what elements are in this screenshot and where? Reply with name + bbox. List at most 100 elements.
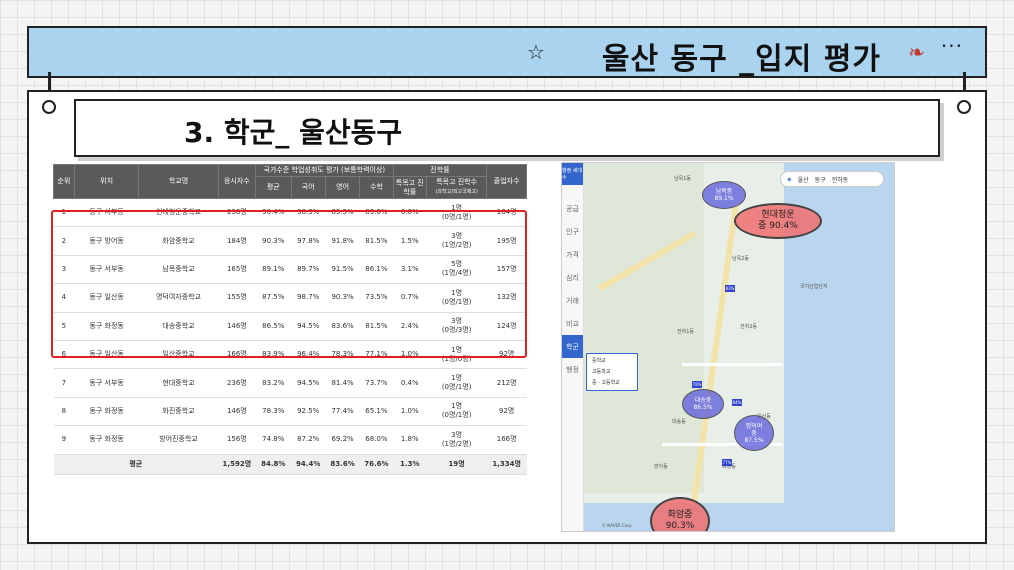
cell-grads: 92명 xyxy=(486,397,527,427)
avg-math: 76.6% xyxy=(359,454,394,475)
legend-item[interactable]: 중학교 xyxy=(589,356,635,367)
cell-avg: 83.2% xyxy=(255,368,292,398)
blob-nammok[interactable]: 남목중 89.1% xyxy=(702,181,746,209)
cell-students: 146명 xyxy=(218,397,256,427)
cell-count: 1명 (0명/1명) xyxy=(426,368,487,398)
cell-math: 73.7% xyxy=(359,368,394,398)
region-1: 울산 xyxy=(797,176,809,184)
side-tab-8[interactable]: 행정 xyxy=(562,358,583,381)
map-region-search[interactable]: ◈ 울산 동구 전하동 xyxy=(780,171,884,187)
avg-rate: 1.3% xyxy=(393,454,427,475)
cell-avg: 74.8% xyxy=(255,425,292,455)
side-tab-6[interactable]: 비교 xyxy=(562,312,583,335)
cell-count-main: 1명 xyxy=(451,402,463,411)
avg-grads: 1,334명 xyxy=(486,454,527,475)
avg-count: 19명 xyxy=(426,454,487,475)
cell-count-sub: (0명/1명) xyxy=(441,383,472,392)
cell-rank: 9 xyxy=(53,425,75,455)
side-tab-3[interactable]: 가격 xyxy=(562,243,583,266)
avg-label: 평균 xyxy=(53,454,219,475)
legend-item[interactable]: 고등학교 xyxy=(589,367,635,378)
cell-school: 화진중학교 xyxy=(138,397,219,427)
side-tab-4[interactable]: 심리 xyxy=(562,266,583,289)
blob-myeongdeok[interactable]: 명덕여 중 87.5% xyxy=(734,415,774,451)
map-area-label: 대송동 xyxy=(672,419,686,425)
map-copyright: © NAVER Corp. xyxy=(602,523,633,528)
map-street xyxy=(682,363,782,366)
school-type-legend: 중학교 고등학교 중 · 고등학교 xyxy=(586,353,638,391)
average-row: 평균 1,592명 84.8% 94.4% 83.6% 76.6% 1.3% 1… xyxy=(53,454,527,475)
cell-rank: 8 xyxy=(53,397,75,427)
th-advance-group: 진학률 xyxy=(392,164,488,177)
cell-school: 현대중학교 xyxy=(138,368,219,398)
pin-dot-left xyxy=(42,100,56,114)
side-tab-5[interactable]: 거래 xyxy=(562,289,583,312)
cell-math: 68.0% xyxy=(359,425,394,455)
school-marker[interactable]: 78% xyxy=(692,381,702,388)
cell-location: 동구 화정동 xyxy=(74,397,139,427)
th-school: 학교명 xyxy=(138,164,219,199)
cell-location: 동구 서부동 xyxy=(74,368,139,398)
cell-school: 방어진중학교 xyxy=(138,425,219,455)
cell-eng: 81.4% xyxy=(325,368,360,398)
table-row: 7 동구 서부동 현대중학교 236명 83.2% 94.5% 81.4% 73.7% 0.4%… xyxy=(53,368,527,398)
th-special-rate: 특목고 진학률 xyxy=(392,176,427,199)
map-area-label: 남목1동 xyxy=(674,176,691,182)
section-title: 3. 학군_ 울산동구 xyxy=(184,116,403,149)
swirl-icon: ❧ xyxy=(908,40,925,64)
cell-eng: 77.4% xyxy=(325,397,360,427)
region-3: 전하동 xyxy=(831,176,849,184)
map-area-label: 남목2동 xyxy=(732,256,749,262)
cell-rank: 7 xyxy=(53,368,75,398)
th-rank: 순위 xyxy=(53,164,75,199)
side-tab-2[interactable]: 인구 xyxy=(562,220,583,243)
school-marker[interactable]: 83% xyxy=(725,285,735,292)
cell-rate: 1.8% xyxy=(393,425,427,455)
avg-kor: 94.4% xyxy=(291,454,326,475)
cell-count: 3명 (1명/2명) xyxy=(426,425,487,455)
school-marker[interactable]: 77% xyxy=(722,459,732,466)
th-national-group: 국가수준 학업성취도 평가 (보통학력이상) xyxy=(255,164,394,177)
map-area-label: 방어동 xyxy=(654,464,668,470)
cell-rate: 0.4% xyxy=(393,368,427,398)
cell-eng: 69.2% xyxy=(325,425,360,455)
blob-daesong[interactable]: 대송중 86.5% xyxy=(682,389,724,419)
map-area-label: 전하2동 xyxy=(740,324,757,330)
map-sidebar: 행정 세대수 공급 인구 가격 심리 거래 비교 학군 행정 xyxy=(562,163,584,531)
title-banner: ☆ 울산 동구 _입지 평가 ❧ ··· xyxy=(27,26,987,78)
avg-eng: 83.6% xyxy=(325,454,360,475)
pin-dot-right xyxy=(957,100,971,114)
region-2: 동구 xyxy=(814,176,826,184)
side-tab-1[interactable]: 공급 xyxy=(562,197,583,220)
th-avg: 평균 xyxy=(255,176,292,199)
th-location: 위치 xyxy=(73,164,140,199)
legend-item[interactable]: 중 · 고등학교 xyxy=(589,378,635,389)
page-title: 울산 동구 _입지 평가 xyxy=(601,42,881,77)
star-icon: ☆ xyxy=(527,40,545,64)
avg-students: 1,592명 xyxy=(218,454,256,475)
cell-kor: 87.2% xyxy=(291,425,326,455)
cell-grads: 166명 xyxy=(486,425,527,455)
table-row: 9 동구 화정동 방어진중학교 156명 74.8% 87.2% 69.2% 68.0% 1.8… xyxy=(53,425,527,455)
blob-hyundai-cheongun[interactable]: 현대청운 중 90.4% xyxy=(734,203,822,239)
side-tab-7[interactable]: 학군 xyxy=(562,335,583,358)
cell-math: 65.1% xyxy=(359,397,394,427)
cell-location: 동구 화정동 xyxy=(74,425,139,455)
th-special-count-label: 특목고 진학수 xyxy=(436,178,478,186)
th-kor: 국어 xyxy=(290,176,326,199)
cell-count-main: 3명 xyxy=(451,430,463,439)
th-students: 응시자수 xyxy=(217,164,257,199)
th-math: 수학 xyxy=(359,176,394,199)
side-tab-0[interactable]: 행정 세대수 xyxy=(562,163,583,185)
cell-count-main: 1명 xyxy=(451,374,463,383)
th-special-count-sub: (과학고/외고국제고) xyxy=(435,189,478,195)
school-marker[interactable]: 84% xyxy=(732,399,742,406)
top5-highlight-box xyxy=(51,210,527,358)
cell-students: 236명 xyxy=(218,368,256,398)
cell-students: 156명 xyxy=(218,425,256,455)
more-icon[interactable]: ··· xyxy=(941,34,963,58)
location-icon: ◈ xyxy=(787,175,792,183)
table-row: 8 동구 화정동 화진중학교 146명 78.3% 92.5% 77.4% 65.1% 1.0%… xyxy=(53,397,527,427)
school-map[interactable]: 행정 세대수 공급 인구 가격 심리 거래 비교 학군 행정 ◈ 울산 동구 전… xyxy=(561,162,895,532)
avg-avg: 84.8% xyxy=(255,454,292,475)
